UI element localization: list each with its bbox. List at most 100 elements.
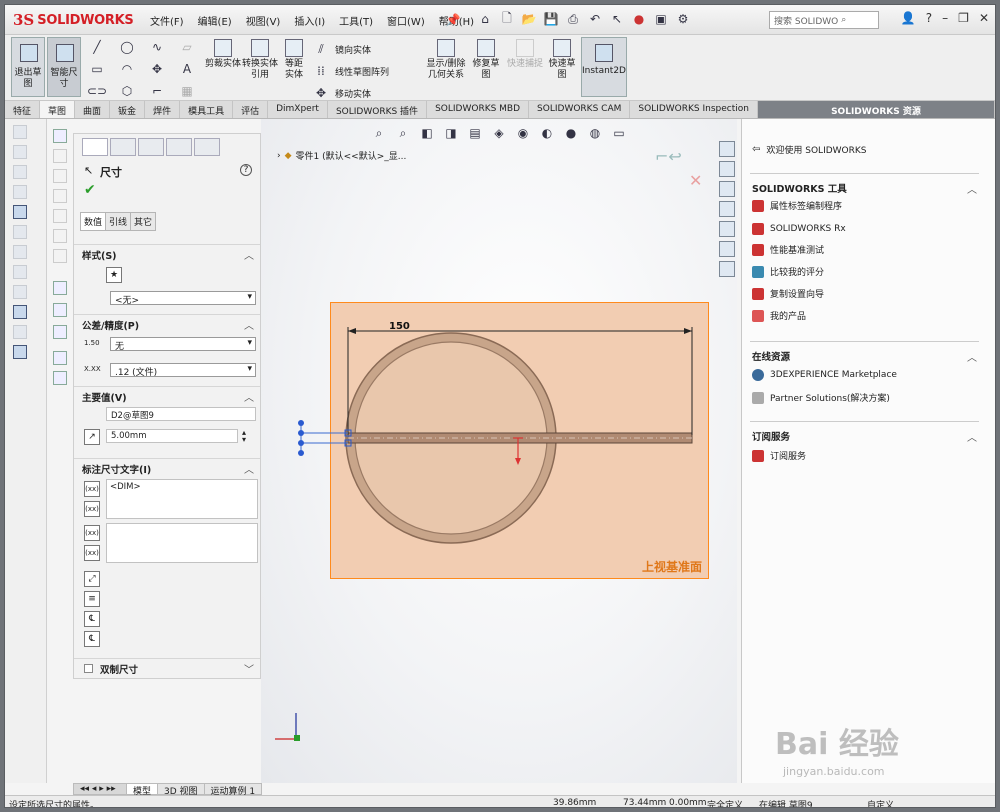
new-document-icon[interactable]: 🗋	[499, 11, 515, 27]
sketch-tool-7-icon[interactable]	[53, 249, 67, 263]
slot-icon[interactable]: ⊂⊃	[87, 83, 107, 99]
menu-view[interactable]: 视图(V)	[246, 13, 281, 28]
tab-surfaces[interactable]: 曲面	[75, 101, 111, 118]
online-item-partners[interactable]: Partner Solutions(解决方案)	[752, 391, 890, 404]
dim-handle-top[interactable]	[298, 420, 304, 426]
chevron-up-icon[interactable]: ︿	[967, 349, 977, 364]
offset-entities-button[interactable]: 等距实体	[281, 39, 307, 81]
style-select[interactable]: <无>	[110, 291, 256, 306]
gear-icon[interactable]: ⚙	[675, 11, 691, 27]
rapid-snaps-button[interactable]: 快速捕捉	[507, 39, 543, 70]
line-icon[interactable]: ╱	[89, 39, 105, 55]
offset-text-icon[interactable]: (xx)	[84, 545, 100, 561]
chevron-up-icon[interactable]: ︿	[967, 181, 977, 196]
appearances-icon[interactable]	[719, 221, 735, 237]
plane-icon[interactable]: ▱	[179, 39, 195, 55]
subscription-item[interactable]: 订阅服务	[752, 449, 806, 462]
dimension-value-field[interactable]: 5.00mm	[106, 429, 238, 443]
tool-item-copy-settings[interactable]: 复制设置向导	[752, 287, 824, 300]
loft-icon[interactable]	[13, 205, 27, 219]
chevron-up-icon[interactable]: ︿	[244, 247, 254, 262]
tab-weldments[interactable]: 焊件	[145, 101, 181, 118]
design-library-icon[interactable]	[719, 161, 735, 177]
user-icon[interactable]: 👤	[901, 11, 916, 25]
rebuild-icon[interactable]: ▣	[653, 11, 669, 27]
reference-geometry-icon[interactable]	[13, 345, 27, 359]
tab-cam[interactable]: SOLIDWORKS CAM	[529, 101, 631, 118]
circle-icon[interactable]: ◯	[119, 39, 135, 55]
sweep-icon[interactable]	[13, 185, 27, 199]
tab-addins[interactable]: SOLIDWORKS 插件	[328, 101, 428, 118]
pm-help-icon[interactable]: ?	[240, 164, 252, 176]
smart-dimension-button[interactable]: 智能尺寸	[47, 37, 81, 97]
help-icon[interactable]: ?	[926, 11, 932, 25]
property-manager-tab-icon[interactable]	[110, 138, 136, 156]
graphics-area[interactable]: ⌕ ⌕ ◧ ◨ ▤ ◈ ◉ ◐ ● ◍ ▭ › ◆ 零件1 (默认<<默认>_显…	[261, 119, 737, 783]
menu-edit[interactable]: 编辑(E)	[198, 13, 232, 28]
menu-window[interactable]: 窗口(W)	[387, 13, 425, 28]
load-style-icon[interactable]: ★	[106, 267, 122, 283]
home-pane-icon[interactable]	[719, 141, 735, 157]
welcome-link[interactable]: ⇦ 欢迎使用 SOLIDWORKS	[752, 143, 867, 156]
boundary-icon[interactable]	[13, 225, 27, 239]
repair-sketch-button[interactable]: 修复草图	[471, 39, 501, 81]
sketch-tool-4-icon[interactable]	[53, 189, 67, 203]
copy-entities-icon[interactable]	[53, 351, 67, 365]
feature-manager-tab-icon[interactable]	[82, 138, 108, 156]
spline-icon[interactable]: ∿	[149, 39, 165, 55]
select-cursor-icon[interactable]	[53, 281, 67, 295]
tool-item-rx[interactable]: SOLIDWORKS Rx	[752, 223, 846, 235]
tab-scroll-arrows[interactable]: ◂◂ ◂ ▸ ▸▸	[73, 783, 127, 795]
configuration-manager-tab-icon[interactable]	[138, 138, 164, 156]
tab-value[interactable]: 数值	[80, 212, 107, 231]
grid-icon[interactable]: ▦	[179, 83, 195, 99]
sketch-tool-6-icon[interactable]	[53, 229, 67, 243]
tool-item-compare[interactable]: 比较我的评分	[752, 265, 824, 278]
cut-icon[interactable]	[13, 245, 27, 259]
instant2d-button[interactable]: Instant2D	[581, 37, 627, 97]
extrude-icon[interactable]	[13, 145, 27, 159]
search-box[interactable]: 搜索 SOLIDWO ⌕	[769, 11, 879, 29]
tool-item-property-tab[interactable]: 属性标签编制程序	[752, 199, 842, 212]
exit-sketch-button[interactable]: 退出草图	[11, 37, 45, 97]
dimension-value-label[interactable]: 150	[389, 321, 410, 332]
pin-icon[interactable]: 📌	[445, 12, 461, 28]
precision-select[interactable]: .12 (文件)	[110, 363, 256, 378]
tab-3d-views[interactable]: 3D 视图	[157, 783, 205, 797]
linear-pattern-button[interactable]: ⁞⁞ 线性草图阵列	[313, 63, 389, 79]
more-symbols-icon[interactable]: ℄	[84, 631, 100, 647]
chevron-up-icon[interactable]: ︿	[244, 389, 254, 404]
dim-handle-mid[interactable]	[298, 430, 304, 436]
select-arrow-icon[interactable]: ↖	[609, 11, 625, 27]
minimize-icon[interactable]: –	[942, 11, 948, 25]
tab-model[interactable]: 模型	[126, 783, 159, 797]
dim-handle-low[interactable]	[298, 440, 304, 446]
tool-item-benchmark[interactable]: 性能基准测试	[752, 243, 824, 256]
traffic-light-icon[interactable]: ●	[631, 11, 647, 27]
fillet-icon[interactable]: ⌐	[149, 83, 165, 99]
tab-mold-tools[interactable]: 模具工具	[180, 101, 234, 118]
display-manager-tab-icon[interactable]	[194, 138, 220, 156]
fillet-feature-icon[interactable]	[13, 265, 27, 279]
mirror-feature-icon[interactable]	[13, 305, 27, 319]
menu-file[interactable]: 文件(F)	[150, 13, 184, 28]
mirror-entities-button[interactable]: ⫽ 镜向实体	[313, 41, 389, 57]
trim-entities-button[interactable]: 剪裁实体	[205, 39, 241, 70]
tab-sketch[interactable]: 草图	[40, 101, 76, 118]
search-input[interactable]: 搜索 SOLIDWO	[774, 14, 838, 27]
open-folder-icon[interactable]: 📂	[521, 11, 537, 27]
convert-entities-button[interactable]: 转换实体引用	[241, 39, 279, 81]
center-dimension-icon[interactable]: (xx)	[84, 525, 100, 541]
sketch-edit-icon[interactable]	[53, 303, 67, 317]
tab-dimxpert[interactable]: DimXpert	[268, 101, 328, 118]
move-entities-button[interactable]: ✥ 移动实体	[313, 85, 389, 101]
tab-sheet-metal[interactable]: 钣金	[110, 101, 146, 118]
sketch-tool-2-icon[interactable]	[53, 149, 67, 163]
file-explorer-icon[interactable]	[719, 181, 735, 197]
tab-leaders[interactable]: 引线	[105, 212, 132, 231]
custom-properties-icon[interactable]	[719, 241, 735, 257]
undo-icon[interactable]: ↶	[587, 11, 603, 27]
rapid-sketch-button[interactable]: 快速草图	[547, 39, 577, 81]
online-item-marketplace[interactable]: 3DEXPERIENCE Marketplace	[752, 369, 897, 381]
pattern-feature-icon[interactable]	[13, 285, 27, 299]
